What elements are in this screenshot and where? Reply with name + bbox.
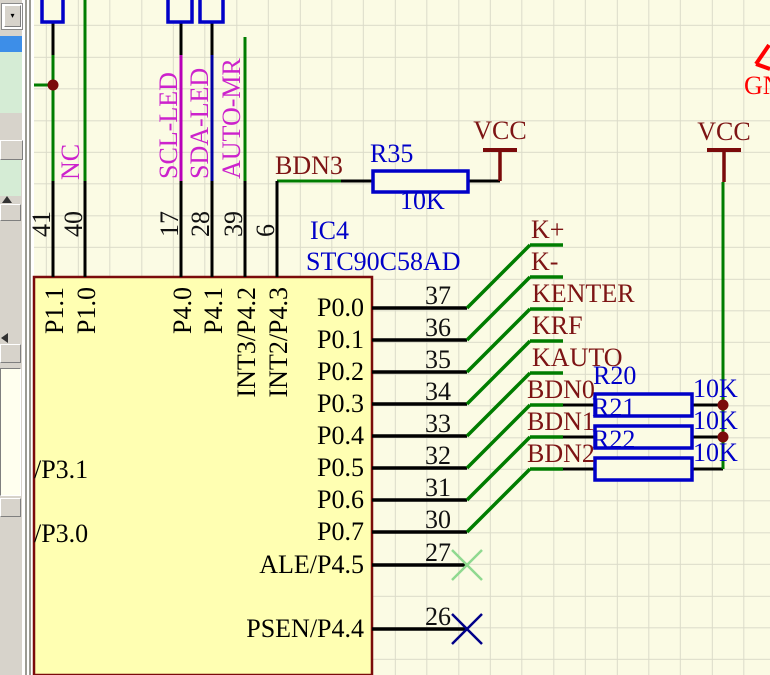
wire[interactable] (465, 339, 532, 406)
pin-number[interactable]: 40 (59, 211, 88, 237)
pin-name[interactable]: INT2/P4.3 (264, 287, 293, 398)
net-label-BDN1[interactable]: BDN1 (527, 407, 595, 436)
pin-number[interactable]: 6 (251, 224, 280, 237)
vcc-power-port[interactable]: VCC (697, 117, 750, 146)
pin-number[interactable]: 28 (186, 211, 215, 237)
net-label-BDN2[interactable]: BDN2 (527, 439, 595, 468)
pin-number[interactable]: 41 (27, 211, 56, 237)
pin-number[interactable]: 33 (425, 409, 451, 438)
pin-number[interactable]: 34 (425, 377, 451, 406)
net-label-K+[interactable]: K+ (531, 215, 564, 244)
pin-number[interactable]: 30 (425, 505, 451, 534)
pin-name[interactable]: P0.1 (317, 325, 364, 354)
connector-pin-box[interactable] (166, 0, 194, 24)
wire[interactable] (465, 403, 532, 470)
pin-name[interactable]: P4.1 (199, 287, 228, 334)
pin-number[interactable]: 31 (425, 473, 451, 502)
resistor-designator[interactable]: R35 (370, 139, 413, 168)
connector-pin-box[interactable] (40, 0, 65, 24)
pin-number[interactable]: 32 (425, 441, 451, 470)
resistor-value[interactable]: 10K (400, 186, 445, 215)
ic-part-number[interactable]: STC90C58AD (306, 247, 461, 276)
junction-dot (717, 399, 729, 411)
wire[interactable] (465, 467, 532, 534)
resistor-body[interactable] (593, 456, 694, 482)
pin-name[interactable]: P0.6 (317, 485, 364, 514)
pin-number[interactable]: 35 (425, 345, 451, 374)
net-label-SDA-LED[interactable]: SDA-LED (185, 68, 214, 179)
pin-number[interactable]: 36 (425, 313, 451, 342)
net-label-BDN0[interactable]: BDN0 (527, 375, 595, 404)
resistor-designator[interactable]: R21 (592, 393, 635, 422)
pin-name[interactable]: P0.7 (317, 517, 364, 546)
net-label-NC[interactable]: NC (56, 144, 85, 180)
net-label-SCL-LED[interactable]: SCL-LED (154, 72, 183, 179)
net-label-KAUTO[interactable]: KAUTO (532, 343, 623, 372)
resistor-value[interactable]: 10K (693, 374, 738, 403)
pin-name[interactable]: /P3.1 (34, 455, 88, 484)
pin-name[interactable]: ALE/P4.5 (259, 550, 364, 579)
net-label-KRF[interactable]: KRF (532, 311, 583, 340)
pin-number[interactable]: 39 (219, 211, 248, 237)
resistor-value[interactable]: 10K (693, 438, 738, 467)
connector-pin-box[interactable] (198, 0, 225, 24)
pin-number[interactable]: 37 (425, 281, 451, 310)
gnd-power-port[interactable]: GND (744, 71, 770, 100)
pin-name[interactable]: /P3.0 (34, 519, 88, 548)
wire[interactable] (465, 371, 532, 438)
pin-name[interactable]: P0.3 (317, 389, 364, 418)
net-label-K-[interactable]: K- (531, 247, 558, 276)
pin-number[interactable]: 26 (425, 602, 451, 631)
resistor-value[interactable]: 10K (693, 406, 738, 435)
pin-number[interactable]: 17 (155, 211, 184, 237)
pin-name[interactable]: P4.0 (168, 287, 197, 334)
wire[interactable] (465, 435, 532, 502)
net-label-AUTO-MR[interactable]: AUTO-MR (217, 57, 246, 179)
pin-name[interactable]: P0.4 (317, 421, 364, 450)
vcc-power-port[interactable]: VCC (473, 116, 526, 145)
pin-name[interactable]: P0.2 (317, 357, 364, 386)
pin-name[interactable]: P1.1 (40, 287, 69, 334)
gnd-symbol-icon[interactable] (754, 43, 770, 66)
pin-name[interactable]: P1.0 (72, 287, 101, 334)
junction-dot (47, 79, 59, 91)
schematic-drawing: 41 P1.1 40 P1.0 17 P4.0 28 P4.1 39 INT3/P4.2 6 INT2… (27, 0, 770, 675)
pin-name[interactable]: P0.5 (317, 453, 364, 482)
resistor-designator[interactable]: R22 (592, 425, 635, 454)
net-label-BDN3[interactable]: BDN3 (275, 151, 343, 180)
net-label-KENTER[interactable]: KENTER (532, 279, 635, 308)
wire[interactable] (465, 307, 532, 374)
application-window: ▾ 41 P1.1 40 P1.0 17 P4.0 28 P4.1 39 INT3/P4.2 6 IN… (0, 0, 770, 675)
wire[interactable] (465, 243, 532, 310)
wire[interactable] (465, 275, 532, 342)
pin-number[interactable]: 27 (425, 538, 451, 567)
pin-name[interactable]: P0.0 (317, 293, 364, 322)
ic-designator[interactable]: IC4 (310, 216, 349, 245)
gnd-symbol-icon[interactable] (755, 62, 770, 71)
junction-dot (717, 431, 729, 443)
pin-name[interactable]: INT3/P4.2 (232, 287, 261, 398)
pin-name[interactable]: PSEN/P4.4 (246, 614, 364, 643)
